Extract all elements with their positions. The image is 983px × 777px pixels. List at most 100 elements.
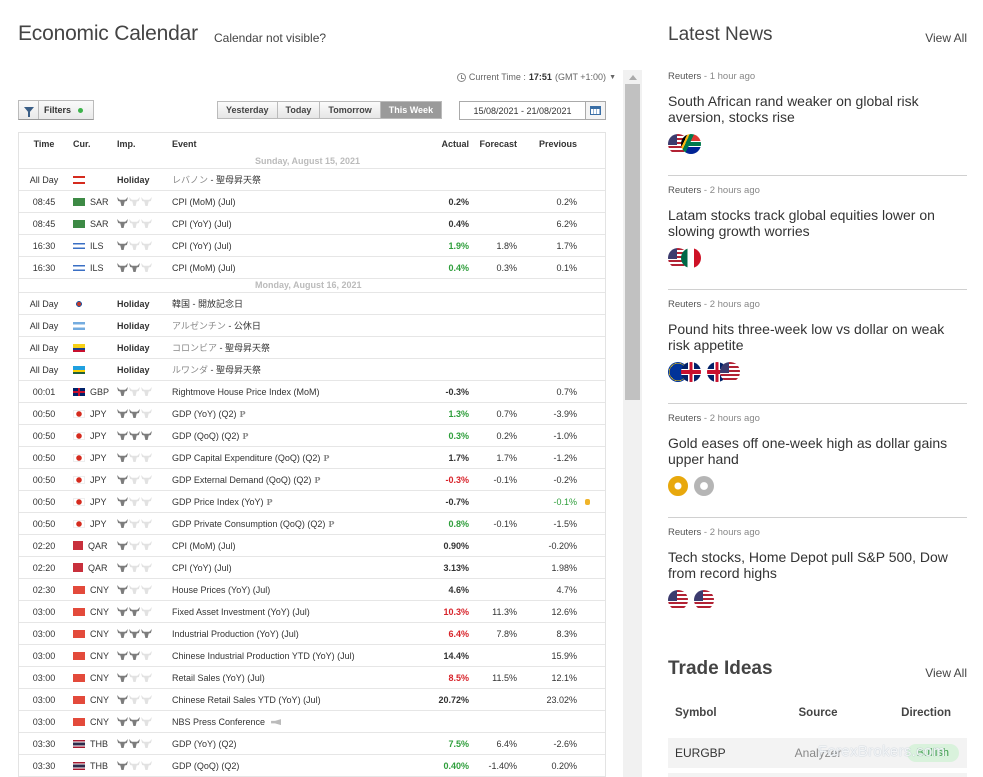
event-name[interactable]: GDP External Demand (QoQ) (Q2) P — [172, 475, 427, 485]
table-row[interactable]: 16:30 ILS CPI (MoM) (Jul) 0.4% 0.3% 0.1% — [19, 257, 605, 279]
event-name[interactable]: GDP (YoY) (Q2) — [172, 739, 427, 749]
event-name[interactable]: GDP (YoY) (Q2) P — [172, 409, 427, 419]
table-row[interactable]: 03:00 CNY Chinese Industrial Production YT… — [19, 645, 605, 667]
news-instruments — [668, 361, 967, 383]
scrollbar-thumb[interactable] — [625, 84, 640, 400]
event-time: 00:50 — [32, 408, 56, 419]
event-name[interactable]: CPI (YoY) (Jul) — [172, 241, 427, 251]
calendar-scrollbar[interactable] — [623, 70, 642, 777]
instrument-pair[interactable] — [694, 476, 714, 496]
bull-icon — [129, 717, 140, 726]
scroll-up-button[interactable] — [623, 70, 642, 84]
news-item[interactable]: Reuters - 2 hours ago Gold eases off one-… — [668, 404, 967, 518]
table-row[interactable]: All Day Holiday レバノン - 聖母昇天祭 — [19, 169, 605, 191]
tomorrow-button[interactable]: Tomorrow — [320, 102, 381, 118]
table-row[interactable]: All Day Holiday アルゼンチン - 公休日 — [19, 315, 605, 337]
table-row[interactable]: 02:20 QAR CPI (YoY) (Jul) 3.13% 1.98% — [19, 557, 605, 579]
event-name[interactable]: Chinese Industrial Production YTD (YoY) … — [172, 651, 427, 661]
news-view-all-link[interactable]: View All — [925, 31, 967, 45]
instrument-pair[interactable] — [694, 590, 714, 610]
table-row[interactable]: 03:30 THB GDP (YoY) (Q2) 7.5% 6.4% -2.6% — [19, 733, 605, 755]
news-headline[interactable]: Tech stocks, Home Depot pull S&P 500, Do… — [668, 549, 967, 581]
table-row[interactable]: 03:30 THB GDP (QoQ) (Q2) 0.40% -1.40% 0.20% — [19, 755, 605, 777]
calendar-picker-button[interactable] — [585, 102, 605, 119]
table-row[interactable]: All Day Holiday コロンビア - 聖母昇天祭 — [19, 337, 605, 359]
event-name[interactable]: Industrial Production (YoY) (Jul) — [172, 629, 427, 639]
instrument-pair[interactable] — [668, 590, 688, 610]
table-row[interactable]: 00:50 JPY GDP Price Index (YoY) P -0.7% -0.1% — [19, 491, 605, 513]
instrument-pair[interactable] — [668, 476, 688, 496]
table-row[interactable]: 08:45 SAR CPI (MoM) (Jul) 0.2% 0.2% — [19, 191, 605, 213]
today-button[interactable]: Today — [277, 102, 321, 118]
date-range-picker[interactable]: 15/08/2021 - 21/08/2021 — [459, 101, 606, 120]
table-row[interactable]: 03:00 CNY Fixed Asset Investment (YoY) (Ju… — [19, 601, 605, 623]
event-name[interactable]: GDP Capital Expenditure (QoQ) (Q2) P — [172, 453, 427, 463]
currency-code: JPY — [90, 474, 107, 485]
event-name[interactable]: コロンビア - 聖母昇天祭 — [172, 341, 427, 354]
trade-ideas-view-all-link[interactable]: View All — [925, 666, 967, 680]
instrument-pair[interactable] — [668, 362, 701, 382]
event-name[interactable]: GDP Price Index (YoY) P — [172, 497, 427, 507]
event-name[interactable]: レバノン - 聖母昇天祭 — [172, 173, 427, 186]
calendar-not-visible-link[interactable]: Calendar not visible? — [214, 31, 326, 45]
filters-button[interactable]: Filters — [18, 100, 94, 120]
trade-idea-row[interactable] — [668, 773, 967, 777]
table-row[interactable]: 00:50 JPY GDP (YoY) (Q2) P 1.3% 0.7% -3.9% — [19, 403, 605, 425]
actual-value: 0.40% — [443, 760, 469, 771]
news-headline[interactable]: Pound hits three-week low vs dollar on w… — [668, 321, 967, 353]
event-name[interactable]: GDP (QoQ) (Q2) — [172, 761, 427, 771]
event-title: Fixed Asset Investment (YoY) (Jul) — [172, 606, 310, 617]
table-row[interactable]: 08:45 SAR CPI (YoY) (Jul) 0.4% 6.2% — [19, 213, 605, 235]
date-range-input[interactable]: 15/08/2021 - 21/08/2021 — [460, 102, 585, 119]
news-headline[interactable]: Latam stocks track global equities lower… — [668, 207, 967, 239]
event-name[interactable]: Retail Sales (YoY) (Jul) — [172, 673, 427, 683]
date-range-buttons: Yesterday Today Tomorrow This Week — [217, 101, 443, 119]
instrument-pair[interactable] — [668, 134, 701, 154]
table-row[interactable]: 00:50 JPY GDP Capital Expenditure (QoQ) (Q… — [19, 447, 605, 469]
table-row[interactable]: 03:00 CNY Industrial Production (YoY) (Jul… — [19, 623, 605, 645]
table-row[interactable]: 02:30 CNY House Prices (YoY) (Jul) 4.6% 4.7% — [19, 579, 605, 601]
event-name[interactable]: Chinese Retail Sales YTD (YoY) (Jul) — [172, 695, 427, 705]
event-name[interactable]: GDP (QoQ) (Q2) P — [172, 431, 427, 441]
table-row[interactable]: All Day Holiday 韓国 - 開放記念日 — [19, 293, 605, 315]
table-row[interactable]: 16:30 ILS CPI (YoY) (Jul) 1.9% 1.8% 1.7% — [19, 235, 605, 257]
news-headline[interactable]: South African rand weaker on global risk… — [668, 93, 967, 125]
news-item[interactable]: Reuters - 1 hour ago South African rand w… — [668, 62, 967, 176]
flag-cny-icon — [73, 651, 85, 660]
news-item[interactable]: Reuters - 2 hours ago Pound hits three-we… — [668, 290, 967, 404]
table-row[interactable]: 00:50 JPY GDP External Demand (QoQ) (Q2) P -… — [19, 469, 605, 491]
table-row[interactable]: 03:00 CNY Retail Sales (YoY) (Jul) 8.5% 11.5… — [19, 667, 605, 689]
table-row[interactable]: 00:50 JPY GDP (QoQ) (Q2) P 0.3% 0.2% -1.0% — [19, 425, 605, 447]
instrument-pair[interactable] — [668, 248, 701, 268]
event-name[interactable]: CPI (YoY) (Jul) — [172, 563, 427, 573]
table-row[interactable]: 00:50 JPY GDP Private Consumption (QoQ) (Q… — [19, 513, 605, 535]
currency-code: CNY — [90, 716, 110, 727]
this-week-button[interactable]: This Week — [380, 102, 442, 118]
event-name[interactable]: 韓国 - 開放記念日 — [172, 297, 427, 310]
event-name[interactable]: CPI (YoY) (Jul) — [172, 219, 427, 229]
news-headline[interactable]: Gold eases off one-week high as dollar g… — [668, 435, 967, 467]
table-row[interactable]: 02:20 QAR CPI (MoM) (Jul) 0.90% -0.20% — [19, 535, 605, 557]
event-name[interactable]: アルゼンチン - 公休日 — [172, 319, 427, 332]
event-name[interactable]: Fixed Asset Investment (YoY) (Jul) — [172, 607, 427, 617]
event-name[interactable]: House Prices (YoY) (Jul) — [172, 585, 427, 595]
event-country: コロンビア — [172, 343, 218, 353]
flag-jpy-icon — [73, 497, 85, 506]
table-row[interactable]: 03:00 CNY Chinese Retail Sales YTD (YoY) (… — [19, 689, 605, 711]
event-name[interactable]: NBS Press Conference — [172, 717, 427, 727]
news-item[interactable]: Reuters - 2 hours ago Latam stocks track … — [668, 176, 967, 290]
event-name[interactable]: CPI (MoM) (Jul) — [172, 197, 427, 207]
event-name[interactable]: GDP Private Consumption (QoQ) (Q2) P — [172, 519, 427, 529]
event-name[interactable]: Rightmove House Price Index (MoM) — [172, 387, 427, 397]
table-row[interactable]: All Day Holiday ルワンダ - 聖母昇天祭 — [19, 359, 605, 381]
event-name[interactable]: CPI (MoM) (Jul) — [172, 263, 427, 273]
table-row[interactable]: 03:00 CNY NBS Press Conference — [19, 711, 605, 733]
event-time: 00:50 — [32, 518, 56, 529]
yesterday-button[interactable]: Yesterday — [218, 102, 278, 118]
current-time-selector[interactable]: Current Time : 17:51 (GMT +1:00) ▼ — [456, 72, 616, 82]
instrument-pair[interactable] — [707, 362, 740, 382]
event-name[interactable]: CPI (MoM) (Jul) — [172, 541, 427, 551]
event-name[interactable]: ルワンダ - 聖母昇天祭 — [172, 363, 427, 376]
news-item[interactable]: Reuters - 2 hours ago Tech stocks, Home D… — [668, 518, 967, 632]
table-row[interactable]: 00:01 GBP Rightmove House Price Index (MoM… — [19, 381, 605, 403]
